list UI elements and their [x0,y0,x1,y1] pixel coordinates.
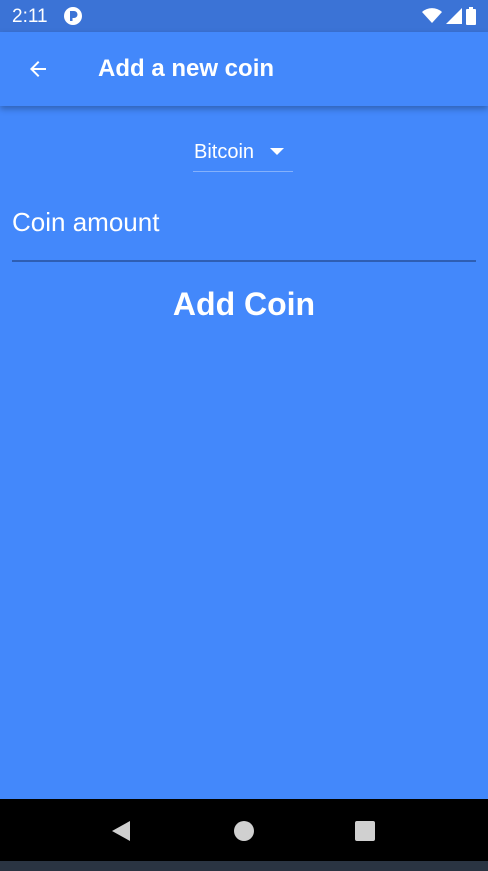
app-screen: 2:11 Add a new coin Bitcoin Coin amount … [0,0,488,871]
nav-recents-icon[interactable] [353,819,377,843]
bottom-edge [0,861,488,871]
status-time: 2:11 [12,6,48,27]
nav-home-icon[interactable] [232,819,256,843]
coin-dropdown[interactable]: Bitcoin [193,134,293,172]
caret-down-icon [270,148,284,155]
status-bar: 2:11 [0,0,488,32]
add-coin-button[interactable]: Add Coin [144,278,344,330]
coin-dropdown-value: Bitcoin [194,141,255,163]
status-icons [422,6,476,26]
app-notification-icon [64,7,82,25]
nav-back-icon[interactable] [110,819,134,843]
cell-signal-icon [446,8,462,24]
back-button[interactable] [16,47,60,91]
battery-icon [466,7,476,25]
wifi-icon [422,8,442,23]
system-nav-bar [0,799,488,861]
arrow-left-icon [30,61,46,77]
app-bar: Add a new coin [0,32,488,106]
coin-amount-placeholder: Coin amount [12,207,160,237]
page-title: Add a new coin [98,55,275,82]
coin-amount-field[interactable]: Coin amount [12,196,476,262]
